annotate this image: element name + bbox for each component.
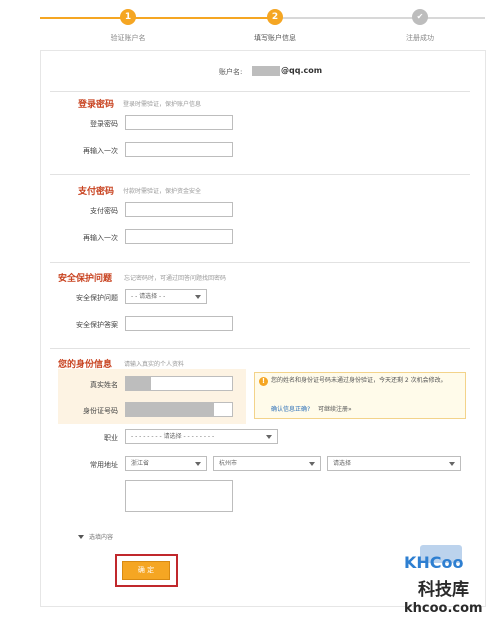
chevron-down-icon [309, 462, 315, 466]
login-password-title: 登录密码 [78, 100, 115, 110]
id-number-masked [126, 403, 214, 416]
step-1-circle: 1 [120, 9, 136, 25]
city-select[interactable]: 杭州市 [213, 456, 321, 471]
login-password-confirm-label: 再输入一次 [83, 147, 118, 155]
login-password-hint: 登录时需验证，保护账户信息 [123, 101, 202, 108]
occupation-select[interactable]: - - - - - - - - 请选择 - - - - - - - - [125, 429, 278, 444]
step-3-label: 注册成功 [406, 34, 434, 42]
watermark-domain: khcoo.com [404, 601, 483, 616]
security-answer-label: 安全保护答案 [76, 321, 118, 329]
chevron-down-icon [195, 295, 201, 299]
notice-text: 您的姓名和身份证号码未通过身份验证，今天还剩 2 次机会修改。 [271, 377, 447, 384]
pay-password-label: 支付密码 [90, 207, 118, 215]
occupation-value: - - - - - - - - 请选择 - - - - - - - - [131, 433, 215, 440]
chevron-down-icon [449, 462, 455, 466]
security-question-value: - - 请选择 - - [131, 293, 166, 300]
optional-content-toggle[interactable]: 选填内容 [89, 532, 113, 541]
step-3-check-icon: ✔ [412, 9, 428, 25]
verification-notice: ! 您的姓名和身份证号码未通过身份验证，今天还剩 2 次机会修改。 确认信息正确… [254, 372, 466, 419]
step-1-label: 验证账户名 [110, 34, 146, 42]
account-name-suffix: @qq.com [281, 66, 323, 75]
district-select[interactable]: 请选择 [327, 456, 461, 471]
login-password-input[interactable] [125, 115, 233, 130]
confirm-button[interactable]: 确 定 [122, 561, 170, 580]
step-line-done [40, 17, 275, 19]
pay-password-confirm-input[interactable] [125, 229, 233, 244]
address-label: 常用地址 [90, 461, 118, 469]
province-value: 浙江省 [131, 460, 150, 467]
confirm-info-link[interactable]: 确认信息正确? [271, 404, 310, 413]
security-question-hint: 忘记密码时，可通过回答问题找回密码 [124, 275, 227, 282]
watermark-logo: KHCoo [404, 553, 464, 572]
pay-password-confirm-label: 再输入一次 [83, 234, 118, 242]
expand-triangle-icon[interactable] [78, 535, 84, 539]
warning-icon: ! [259, 377, 268, 386]
security-answer-input[interactable] [125, 316, 233, 331]
pay-password-hint: 付款时需验证，保护资金安全 [123, 188, 202, 195]
login-password-confirm-input[interactable] [125, 142, 233, 157]
section-divider [50, 262, 470, 263]
step-line-pending [275, 17, 485, 19]
occupation-label: 职业 [104, 434, 118, 442]
step-2-label: 填写账户信息 [254, 34, 296, 42]
real-name-masked [126, 377, 151, 390]
security-question-label: 安全保护问题 [76, 294, 118, 302]
street-address-textarea[interactable] [125, 480, 233, 512]
id-number-input[interactable] [125, 402, 233, 417]
id-number-label: 身份证号码 [83, 407, 118, 415]
pay-password-input[interactable] [125, 202, 233, 217]
pay-password-title: 支付密码 [78, 187, 115, 197]
continue-register-link[interactable]: 可继续注册» [318, 404, 352, 413]
section-divider [50, 174, 470, 175]
step-2-circle: 2 [267, 9, 283, 25]
security-question-select[interactable]: - - 请选择 - - [125, 289, 207, 304]
identity-hint: 请输入真实的个人资料 [124, 361, 185, 368]
watermark-name: 科技库 [418, 580, 469, 600]
district-value: 请选择 [333, 460, 352, 467]
login-password-label: 登录密码 [90, 120, 118, 128]
section-divider [50, 91, 470, 92]
account-name-masked [252, 66, 280, 76]
security-question-title: 安全保护问题 [58, 274, 113, 284]
province-select[interactable]: 浙江省 [125, 456, 207, 471]
section-divider [50, 348, 470, 349]
city-value: 杭州市 [219, 460, 238, 467]
real-name-input[interactable] [125, 376, 233, 391]
chevron-down-icon [195, 462, 201, 466]
account-name-label: 账户名: [219, 68, 243, 76]
real-name-label: 真实姓名 [90, 381, 118, 389]
chevron-down-icon [266, 435, 272, 439]
